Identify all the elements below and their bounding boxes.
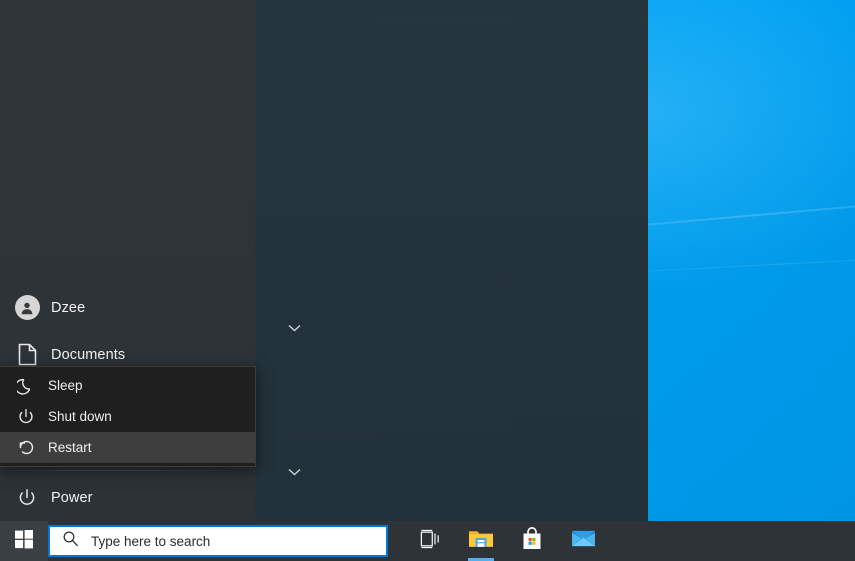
power-icon <box>10 408 42 426</box>
taskbar-button-task-view[interactable] <box>410 521 450 561</box>
taskbar-button-mail[interactable] <box>563 521 603 561</box>
rail-divider <box>10 470 239 471</box>
document-icon <box>10 343 44 366</box>
menu-item-label: Sleep <box>48 378 83 393</box>
search-icon <box>62 530 79 552</box>
menu-item-shut-down[interactable]: Shut down <box>0 401 255 432</box>
taskbar-button-microsoft-store[interactable] <box>512 521 552 561</box>
menu-item-label: Restart <box>48 440 92 455</box>
moon-icon <box>10 377 42 395</box>
sidebar-item-label: Power <box>51 489 93 506</box>
start-menu-tile-area <box>255 0 648 521</box>
restart-icon <box>10 438 42 457</box>
user-avatar-icon <box>10 295 44 320</box>
rail-spacer <box>0 0 255 284</box>
search-input[interactable]: Type here to search <box>48 525 388 557</box>
sidebar-item-power[interactable]: Power <box>0 474 255 521</box>
sidebar-item-label: Documents <box>51 346 126 363</box>
menu-item-sleep[interactable]: Sleep <box>0 370 255 401</box>
file-explorer-icon <box>468 528 494 555</box>
sidebar-item-label: Dzee <box>51 299 86 316</box>
chevron-down-icon[interactable] <box>286 322 302 334</box>
chevron-down-icon[interactable] <box>286 466 302 478</box>
menu-item-restart[interactable]: Restart <box>0 432 255 463</box>
start-button[interactable] <box>0 521 48 561</box>
sidebar-item-user[interactable]: Dzee <box>0 284 255 331</box>
screen: Dzee Documents Power Sleep Shut down Res… <box>0 0 855 561</box>
store-icon <box>521 527 543 555</box>
taskbar-button-file-explorer[interactable] <box>461 521 501 561</box>
mail-icon <box>571 529 596 553</box>
taskbar: Type here to search <box>0 521 855 561</box>
task-view-icon <box>419 529 441 554</box>
search-placeholder: Type here to search <box>91 533 211 549</box>
power-icon <box>10 488 44 508</box>
power-context-menu: Sleep Shut down Restart <box>0 366 256 467</box>
menu-item-label: Shut down <box>48 409 112 424</box>
windows-logo-icon <box>14 529 34 554</box>
